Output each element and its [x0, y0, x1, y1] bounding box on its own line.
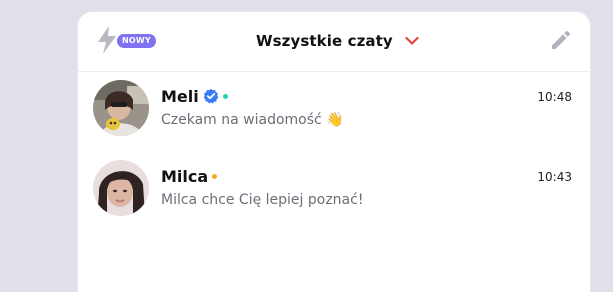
contact-name: Meli [161, 86, 199, 106]
avatar [93, 160, 149, 216]
message-preview-text: Milca chce Cię lepiej poznać! [161, 192, 364, 208]
away-status-dot [212, 173, 218, 179]
online-status-dot [222, 93, 228, 99]
contact-name: Milca [161, 166, 209, 186]
chat-list-header: NOWY Wszystkie czaty [78, 12, 590, 72]
verified-badge-icon [203, 88, 219, 104]
message-preview-text: Czekam na wiadomość [161, 112, 322, 128]
chevron-down-icon [405, 36, 419, 45]
message-preview: Milca chce Cię lepiej poznać! [161, 192, 363, 208]
chat-item-milca[interactable]: Milca Milca chce Cię lepiej poznać! 10:4… [78, 152, 590, 228]
page-title: Wszystkie czaty [256, 32, 393, 50]
chat-filter-dropdown[interactable]: Wszystkie czaty [256, 29, 419, 53]
lightning-bolt-icon[interactable] [96, 26, 118, 54]
chat-item-meli[interactable]: Meli Czekam na wiadomość 👋 10:48 [78, 72, 590, 148]
avatar [93, 80, 149, 136]
message-time: 10:43 [537, 170, 572, 184]
chat-name-row: Meli [161, 85, 228, 107]
chat-name-row: Milca [161, 165, 218, 187]
chat-list-panel: NOWY Wszystkie czaty Meli Czekam na wiad… [78, 12, 590, 292]
waving-hand-emoji: 👋 [326, 112, 344, 128]
message-preview: Czekam na wiadomość 👋 [161, 112, 344, 128]
new-badge: NOWY [117, 34, 156, 48]
pencil-icon[interactable] [548, 27, 574, 53]
message-time: 10:48 [537, 90, 572, 104]
